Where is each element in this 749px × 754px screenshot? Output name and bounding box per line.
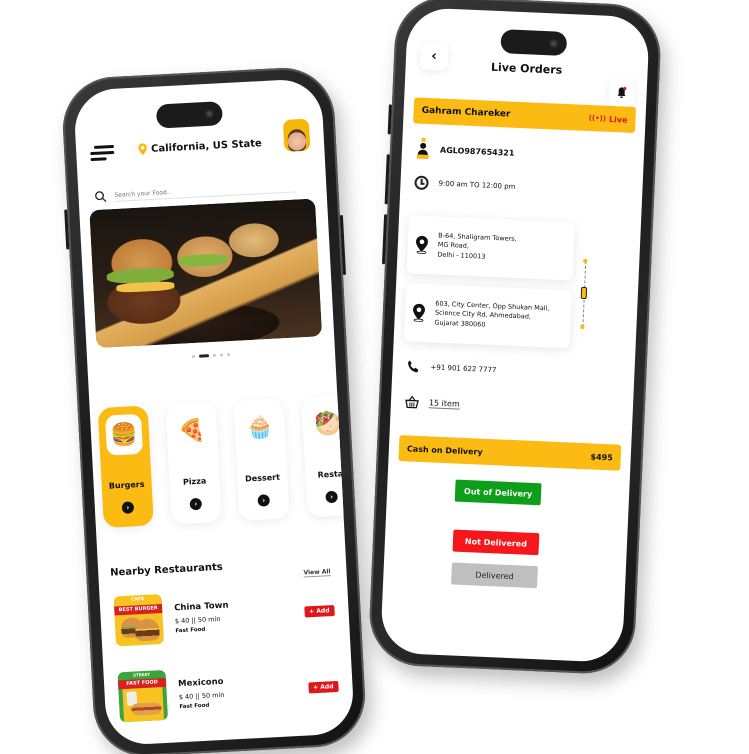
not-delivered-button[interactable]: Not Delivered [452, 529, 540, 556]
route-end-marker [580, 324, 585, 330]
delivery-route-tracker [580, 258, 588, 330]
chevron-right-icon[interactable]: › [189, 497, 203, 511]
notifications-button[interactable] [608, 77, 636, 107]
location-pin-icon [413, 303, 426, 322]
phone-side-button [381, 214, 388, 265]
out-of-delivery-button[interactable]: Out of Delivery [454, 479, 542, 506]
carousel-dots [87, 348, 335, 364]
carousel-dot[interactable] [212, 353, 217, 357]
logo-band-text: BEST BURGER [114, 603, 163, 616]
pickup-address: B-64, Shaligram Towers, MG Road, Delhi -… [437, 232, 517, 263]
basket-icon [405, 395, 419, 409]
notification-bell-icon [617, 86, 627, 99]
chevron-right-icon[interactable]: › [257, 494, 271, 507]
live-status: ((•)) Live [588, 114, 628, 125]
time-window: 9:00 am TO 12:00 pm [438, 179, 516, 191]
phone-side-button [64, 209, 70, 250]
restaurant-item[interactable]: STREET FAST FOOD Mexicono $ 40 || 50 min… [117, 658, 340, 725]
phone-side-button [387, 104, 392, 135]
live-label: Live [608, 114, 628, 125]
delivery-vehicle-icon [580, 286, 588, 300]
hamburger-menu-icon[interactable] [90, 144, 115, 162]
location-selector[interactable]: California, US State [138, 137, 263, 156]
promo-banner-image[interactable] [89, 198, 323, 349]
order-amount: $495 [590, 451, 613, 462]
phone-icon[interactable] [406, 359, 421, 374]
live-broadcast-icon: ((•)) [588, 114, 607, 123]
drop-address: 603, City Center, Opp Shukan Mall, Scien… [434, 300, 549, 332]
restaurant-food-icon: 🥙 [308, 403, 347, 445]
carousel-dot[interactable] [226, 353, 231, 357]
burger-icon: 🍔 [105, 413, 144, 456]
add-button[interactable]: + Add [303, 604, 335, 618]
add-button[interactable]: + Add [307, 680, 339, 693]
category-label: Resta [317, 469, 344, 480]
phone-side-button [384, 154, 390, 205]
category-dessert[interactable]: 🧁 Dessert › [233, 398, 290, 521]
nearby-restaurants-heading: Nearby Restaurants [110, 561, 224, 579]
phone-row: +91 901 622 7777 [406, 359, 497, 377]
payment-method: Cash on Delivery [406, 443, 483, 457]
delivery-id-badge-icon [416, 137, 429, 160]
search-icon[interactable] [94, 190, 107, 203]
time-window-row: 9:00 am TO 12:00 pm [414, 175, 516, 193]
carousel-dot[interactable] [219, 353, 224, 357]
payment-bar: Cash on Delivery $495 [398, 435, 622, 471]
route-start-marker [583, 258, 588, 264]
phone-number[interactable]: +91 901 622 7777 [430, 363, 496, 374]
location-label: California, US State [150, 137, 263, 155]
items-count-link[interactable]: 15 item [428, 398, 460, 410]
search-input[interactable] [114, 180, 297, 202]
cupcake-icon: 🧁 [240, 406, 279, 449]
live-orders-screen: ‹ Live Orders Gahram Chareker ((•)) Live [380, 7, 650, 663]
carousel-dot-active[interactable] [198, 354, 210, 358]
pickup-address-card[interactable]: B-64, Shaligram Towers, MG Road, Delhi -… [406, 215, 575, 281]
order-id-row: AGLO987654321 [416, 137, 515, 164]
home-screen: California, US State 🍔 Burgers [73, 77, 355, 747]
location-pin-icon [415, 235, 428, 254]
view-all-link[interactable]: View All [303, 568, 331, 578]
category-pizza[interactable]: 🍕 Pizza › [165, 401, 222, 525]
drop-address-card[interactable]: 603, City Center, Opp Shukan Mall, Scien… [403, 283, 572, 349]
customer-name: Gahram Chareker [421, 105, 511, 120]
items-row: 15 item [405, 395, 460, 411]
clock-icon [414, 175, 429, 191]
pizza-slice-icon: 🍕 [172, 410, 211, 453]
best-burger-logo: CAFE BEST BURGER [113, 593, 165, 647]
page-title: Live Orders [490, 60, 563, 77]
orders-header: ‹ Live Orders [404, 37, 648, 107]
phone-frame-home: California, US State 🍔 Burgers [60, 65, 368, 754]
delivered-button[interactable]: Delivered [451, 562, 538, 589]
chevron-right-icon[interactable]: › [121, 501, 135, 514]
phone-side-button [339, 214, 347, 276]
category-restaurant[interactable]: 🥙 Resta › [301, 394, 355, 518]
fast-food-logo: STREET FAST FOOD [117, 669, 169, 723]
category-label: Pizza [182, 476, 207, 487]
restaurant-item[interactable]: CAFE BEST BURGER China Town $ 40 || 50 m… [113, 582, 336, 649]
category-list: 🍔 Burgers › 🍕 Pizza › 🧁 Dessert › 🥙 Rest… [97, 394, 355, 528]
chevron-right-icon[interactable]: › [325, 490, 338, 504]
map-pin-icon [138, 143, 147, 156]
carousel-dot[interactable] [191, 354, 196, 359]
category-label: Burgers [108, 479, 145, 491]
home-header: California, US State [75, 116, 325, 169]
phone-frame-orders: ‹ Live Orders Gahram Chareker ((•)) Live [367, 0, 663, 676]
category-label: Dessert [244, 472, 281, 484]
logo-top-text: CAFE [131, 596, 145, 603]
user-avatar[interactable] [282, 118, 311, 152]
order-id: AGLO987654321 [439, 145, 515, 158]
category-burgers[interactable]: 🍔 Burgers › [97, 405, 154, 528]
